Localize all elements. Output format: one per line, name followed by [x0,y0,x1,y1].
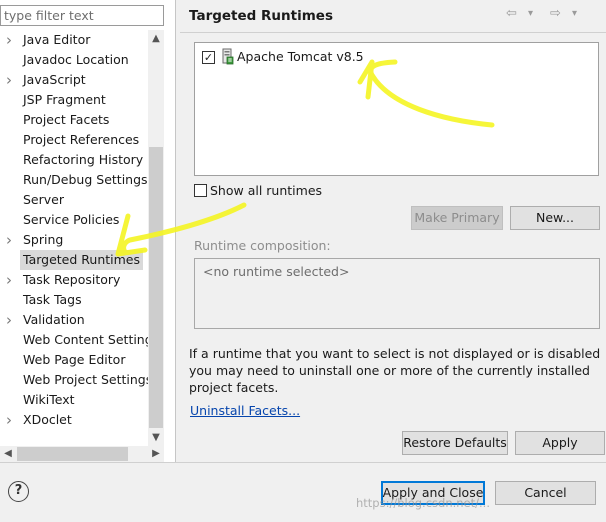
expand-chevron-icon[interactable]: › [6,410,16,430]
tree-item-refactoring-history[interactable]: Refactoring History [0,150,148,170]
tree-item-web-page-editor[interactable]: Web Page Editor [0,350,148,370]
tree-item-label: Targeted Runtimes [20,250,143,270]
make-primary-button[interactable]: Make Primary [411,206,503,230]
tree-item-label: Run/Debug Settings [23,172,148,187]
tree-item-label: Java Editor [23,32,91,47]
runtime-composition-box: <no runtime selected> [194,258,600,329]
forward-arrow-icon[interactable]: ⇨ [550,6,561,21]
tree-item-label: Spring [23,232,64,247]
tree-item-label: Web Project Settings [23,372,148,387]
tree-item-label: Validation [23,312,85,327]
tree-item-targeted-runtimes[interactable]: Targeted Runtimes [0,250,148,270]
scroll-left-arrow-icon[interactable]: ◀ [0,446,16,462]
tree-item-validation[interactable]: › Validation [0,310,148,330]
tree-item-run-debug-settings[interactable]: Run/Debug Settings [0,170,148,190]
forward-menu-chevron-icon[interactable]: ▾ [572,8,577,19]
runtime-row-apache-tomcat[interactable]: ✓ Apache Tomcat v8.5 [195,43,598,69]
page-title: Targeted Runtimes [189,8,333,24]
uninstall-facets-link[interactable]: Uninstall Facets... [190,403,300,418]
tree-item-task-repository[interactable]: › Task Repository [0,270,148,290]
tree-item-jsp-fragment[interactable]: JSP Fragment [0,90,148,110]
filter-input[interactable] [0,5,164,26]
tree-item-web-content-settings[interactable]: Web Content Settings [0,330,148,350]
tree-item-wikitext[interactable]: WikiText [0,390,148,410]
tree-item-label: WikiText [23,392,75,407]
show-all-runtimes-label[interactable]: Show all runtimes [210,183,322,198]
tree-item-label: Web Page Editor [23,352,126,367]
navigation-toolbar: ⇦ ▾ ⇨ ▾ [506,6,596,24]
footer-separator [0,462,606,463]
server-runtime-icon [222,48,234,65]
expand-chevron-icon[interactable]: › [6,270,16,290]
cancel-button[interactable]: Cancel [495,481,596,505]
scroll-up-arrow-icon[interactable]: ▲ [148,30,164,47]
pane-divider[interactable] [175,0,176,462]
tree-item-task-tags[interactable]: Task Tags [0,290,148,310]
expand-chevron-icon[interactable]: › [6,70,16,90]
tree-item-xdoclet[interactable]: › XDoclet [0,410,148,430]
tree-item-label: XDoclet [23,412,72,427]
tree-item-server[interactable]: Server [0,190,148,210]
runtime-list: ✓ Apache Tomcat v8.5 [194,42,599,176]
expand-chevron-icon[interactable]: › [6,310,16,330]
horizontal-scroll-thumb[interactable] [17,447,128,461]
tree-item-java-editor[interactable]: › Java Editor [0,30,148,50]
expand-chevron-icon[interactable]: › [6,30,16,50]
tree-item-label: Task Repository [23,272,121,287]
title-separator [180,32,606,33]
tree-item-label: Server [23,192,64,207]
preferences-tree-pane: › Java Editor Javadoc Location › JavaScript J… [0,0,175,462]
tree-item-javascript[interactable]: › JavaScript [0,70,148,90]
runtime-composition-placeholder: <no runtime selected> [203,264,350,279]
new-runtime-button[interactable]: New... [510,206,600,230]
tree-item-service-policies[interactable]: Service Policies [0,210,148,230]
tree-item-project-facets[interactable]: Project Facets [0,110,148,130]
watermark-text: https://blog.csdn.net/... [356,496,490,510]
runtime-composition-label: Runtime composition: [194,238,331,253]
runtime-checkbox[interactable]: ✓ [202,51,215,64]
vertical-scroll-thumb[interactable] [149,147,163,428]
tree-item-label: Javadoc Location [23,52,129,67]
tree-item-label: JSP Fragment [23,92,106,107]
back-arrow-icon[interactable]: ⇦ [506,6,517,21]
restore-defaults-button[interactable]: Restore Defaults [402,431,508,455]
preferences-tree: › Java Editor Javadoc Location › JavaScript J… [0,30,148,446]
tree-item-label: Refactoring History [23,152,144,167]
show-all-runtimes-checkbox[interactable] [194,184,207,197]
tree-item-javadoc-location[interactable]: Javadoc Location [0,50,148,70]
tree-horizontal-scrollbar[interactable]: ◀ ▶ [0,446,164,462]
info-text: If a runtime that you want to select is … [189,346,601,395]
tree-item-project-references[interactable]: Project References [0,130,148,150]
tree-item-label: JavaScript [23,72,86,87]
tree-item-label: Project References [23,132,140,147]
tree-item-web-project-settings[interactable]: Web Project Settings [0,370,148,390]
runtime-label: Apache Tomcat v8.5 [237,49,364,64]
tree-item-label: Task Tags [23,292,82,307]
expand-chevron-icon[interactable]: › [6,230,16,250]
scroll-right-arrow-icon[interactable]: ▶ [148,446,164,462]
tree-item-spring[interactable]: › Spring [0,230,148,250]
tree-item-label: Project Facets [23,112,110,127]
apply-button[interactable]: Apply [515,431,605,455]
help-icon[interactable]: ? [8,481,29,502]
back-menu-chevron-icon[interactable]: ▾ [528,8,533,19]
tree-vertical-scrollbar[interactable]: ▲ ▼ [148,30,164,446]
tree-item-label: Web Content Settings [23,332,148,347]
tree-item-label: Service Policies [23,212,120,227]
scroll-down-arrow-icon[interactable]: ▼ [148,429,164,446]
